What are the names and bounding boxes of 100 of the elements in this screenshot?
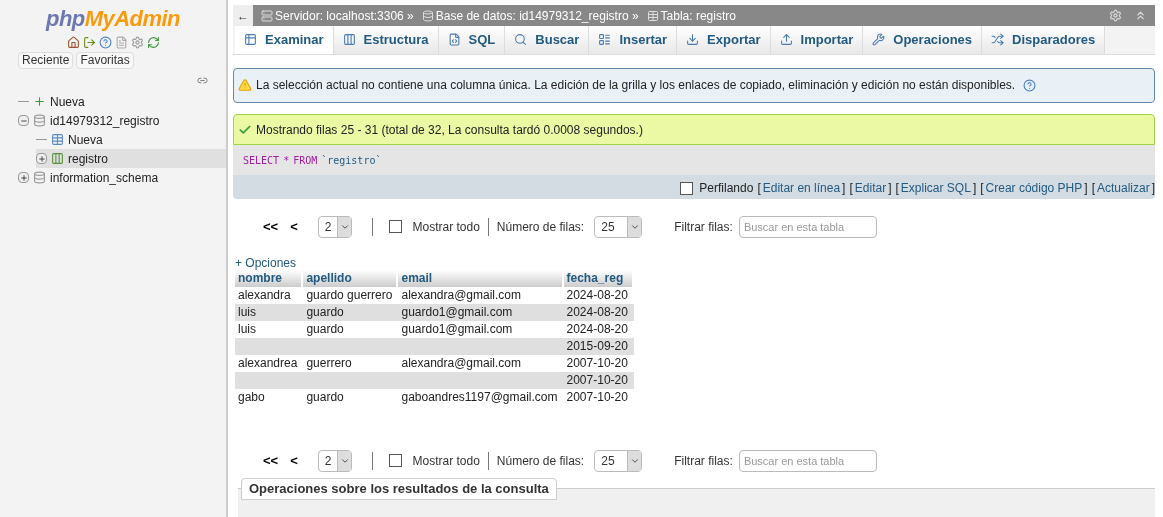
sql-query: SELECT * FROM `registro` [233, 145, 1155, 176]
table-cell: alexandra@gmail.com [401, 287, 522, 302]
tree-label: registro [68, 150, 108, 168]
tab-icon [598, 33, 612, 47]
tab[interactable]: Buscar [505, 26, 590, 54]
tab-icon [447, 33, 461, 47]
checkbox[interactable] [680, 181, 694, 195]
table-cell: 2007-10-20 [566, 389, 628, 404]
previous-page-link[interactable]: < [290, 451, 298, 471]
checkbox-label: Perfilando [699, 180, 754, 198]
tab[interactable]: Exportar [677, 26, 771, 54]
tree-item[interactable]: Nueva [36, 130, 226, 149]
table-cell: gabo [238, 389, 265, 404]
column-header[interactable]: email [398, 269, 564, 287]
logout-icon[interactable] [82, 36, 96, 49]
tree-label: Nueva [50, 93, 85, 111]
filter-field[interactable]: Buscar en esta tabla [738, 449, 877, 472]
first-page-link[interactable]: << [263, 217, 279, 237]
new-table-icon [51, 133, 64, 146]
column-header[interactable]: nombre [235, 269, 304, 287]
table-cell: guardo [306, 321, 344, 336]
breadcrumb-link[interactable]: Tabla: registro [660, 6, 736, 25]
tree-label: Nueva [68, 131, 103, 149]
bracket-text: ] [1084, 180, 1088, 198]
tab[interactable]: Estructura [333, 26, 439, 54]
tab-icon [342, 33, 356, 47]
query-link[interactable]: Crear código PHP [985, 179, 1083, 198]
breadcrumb-link[interactable]: Base de datos: id14979312_registro » [435, 6, 639, 25]
tab[interactable]: Examinar [235, 26, 334, 54]
checkbox-label: Mostrar todo [412, 218, 480, 236]
tree-label: information_schema [50, 169, 159, 187]
expand-icon[interactable] [18, 172, 29, 183]
table-cell: alexandrea [238, 355, 298, 370]
page-select[interactable]: 2 [317, 449, 353, 472]
query-link[interactable]: Editar [854, 179, 887, 198]
first-page-link[interactable]: << [263, 451, 279, 471]
checkbox[interactable] [389, 454, 403, 468]
rows-select[interactable]: 25 [594, 449, 643, 472]
tab[interactable]: SQL [438, 26, 506, 54]
sidebar-button[interactable]: Favoritas [76, 52, 134, 69]
server-icon [261, 9, 273, 22]
query-link[interactable]: Editar en línea [762, 179, 841, 198]
table-cell: 2007-10-20 [566, 372, 628, 387]
table-cell: guardo guerrero [306, 287, 393, 302]
database-icon [33, 171, 46, 184]
query-link[interactable]: Explicar SQL [900, 179, 971, 198]
tree-item[interactable]: registro [36, 149, 226, 168]
bracket-text: [ [895, 180, 899, 198]
column-header[interactable]: fecha_reg [563, 269, 634, 287]
rows-label: Número de filas: [496, 452, 585, 470]
tree-label: id14979312_registro [50, 112, 160, 130]
options-link[interactable]: + Opciones [235, 255, 297, 270]
table-structure-icon [51, 152, 64, 165]
tab[interactable]: Importar [770, 26, 864, 54]
tree-item[interactable]: information_schema [18, 168, 226, 187]
filter-field[interactable]: Buscar en esta tabla [738, 215, 877, 238]
tab[interactable]: Insertar [589, 26, 678, 54]
reload-icon[interactable] [146, 36, 160, 49]
tab-icon [514, 33, 528, 47]
link-icon[interactable] [197, 75, 208, 86]
tab-icon [991, 33, 1005, 47]
warning-text: La selección actual no contiene una columna única. La edición de la grilla y los enlaces de copiado, eliminación y edición no están disponibles. [256, 77, 1016, 95]
bracket-text: [ [1091, 180, 1095, 198]
table-cell: guardo1@gmail.com [401, 304, 513, 319]
previous-page-link[interactable]: < [290, 217, 298, 237]
checkbox[interactable] [389, 220, 403, 234]
logo[interactable]: phpMyAdmin [46, 5, 180, 33]
sidebar-button[interactable]: Reciente [18, 52, 74, 69]
back-button[interactable]: ← [233, 5, 253, 27]
warning-icon [238, 78, 252, 93]
collapse-icon[interactable] [18, 115, 29, 126]
home-icon[interactable] [66, 36, 80, 49]
table-cell: luis [238, 321, 256, 336]
document-icon[interactable] [114, 36, 128, 49]
breadcrumb-link[interactable]: Servidor: localhost:3306 » [275, 6, 414, 25]
bracket-text: [ [849, 180, 853, 198]
fieldset-legend: Operaciones sobre los resultados de la consulta [241, 477, 557, 500]
page-select[interactable]: 2 [317, 215, 353, 238]
rows-select[interactable]: 25 [594, 215, 643, 238]
help-icon[interactable] [1023, 79, 1037, 92]
table-cell: 2024-08-20 [566, 287, 628, 302]
plus-icon [33, 95, 46, 108]
tab[interactable]: Operaciones [863, 26, 983, 54]
tab-icon [779, 33, 793, 47]
bracket-text: [ [980, 180, 984, 198]
table-cell: luis [238, 304, 256, 319]
help-icon[interactable] [98, 36, 112, 49]
bracket-text: ] [972, 180, 977, 198]
settings-icon[interactable] [130, 36, 144, 49]
database-icon [421, 9, 434, 22]
expand-icon[interactable] [36, 153, 47, 164]
checkbox-label: Mostrar todo [412, 452, 480, 470]
bracket-text: ] [842, 180, 846, 198]
query-link[interactable]: Actualizar [1096, 179, 1150, 198]
filter-label: Filtrar filas: [674, 452, 733, 470]
tree-item[interactable]: Nueva [18, 92, 226, 111]
tree-item[interactable]: id14979312_registro [18, 111, 226, 130]
tab[interactable]: Disparadores [982, 26, 1106, 54]
table-cell: guardo [306, 304, 344, 319]
column-header[interactable]: apellido [303, 269, 399, 287]
